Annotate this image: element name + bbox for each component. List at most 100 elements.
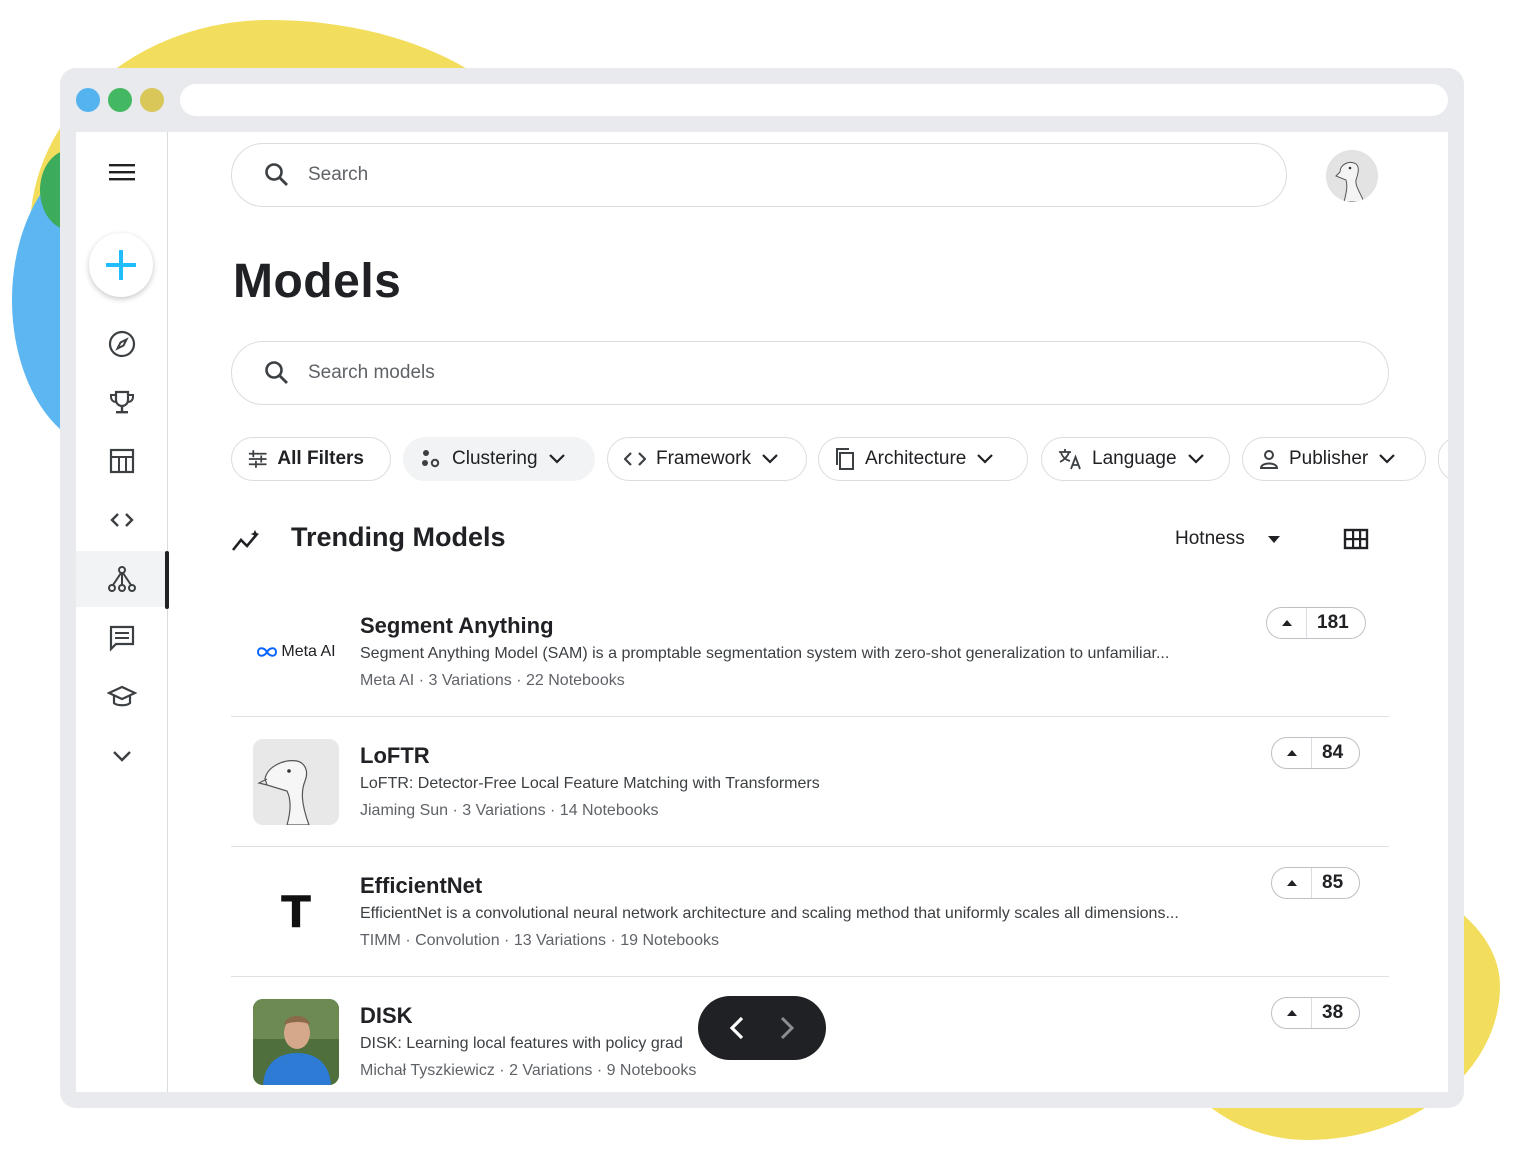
model-search-input[interactable]: Search models	[231, 341, 1389, 405]
sliders-icon	[248, 450, 267, 468]
filter-chip-publisher[interactable]: Publisher	[1242, 437, 1426, 481]
vote-count: 84	[1322, 742, 1344, 763]
model-logo	[253, 999, 339, 1085]
create-button[interactable]	[89, 233, 153, 297]
model-meta: Jiaming Sun · 3 Variations · 14 Notebook…	[360, 802, 659, 819]
window-dot[interactable]	[76, 88, 100, 112]
sidebar-item-explore[interactable]	[76, 316, 168, 372]
section-title: Trending Models	[291, 522, 506, 552]
upvote-button[interactable]: 181	[1266, 607, 1366, 639]
filter-chip-language[interactable]: Language	[1041, 437, 1230, 481]
avatar[interactable]	[1326, 150, 1378, 202]
sort-label: Hotness	[1175, 528, 1245, 549]
model-row[interactable]: T EfficientNet EfficientNet is a convolu…	[231, 847, 1389, 977]
goose-avatar-icon	[1326, 150, 1378, 202]
model-name[interactable]: Segment Anything	[360, 613, 554, 639]
model-name[interactable]: DISK	[360, 1003, 413, 1029]
menu-button[interactable]	[76, 144, 168, 200]
sidebar-item-discussions[interactable]	[76, 610, 168, 666]
meta-ai-logo-text: Meta AI	[281, 643, 336, 660]
filter-chip-label: Architecture	[865, 448, 967, 469]
caret-down-icon	[1267, 536, 1280, 543]
pager-control	[698, 996, 826, 1060]
window-dot[interactable]	[140, 88, 164, 112]
filter-chip-all[interactable]: All Filters	[231, 437, 391, 481]
model-meta: TIMM · Convolution · 13 Variations · 19 …	[360, 932, 719, 949]
filter-chip-label: Clustering	[452, 448, 538, 469]
model-description: LoFTR: Detector-Free Local Feature Match…	[360, 775, 820, 792]
sidebar-item-code[interactable]	[76, 492, 168, 548]
upvote-icon	[1267, 608, 1307, 638]
clustering-icon	[422, 450, 440, 468]
person-icon	[1259, 450, 1279, 469]
model-description: DISK: Learning local features with polic…	[360, 1035, 683, 1052]
chevron-down-icon	[548, 454, 565, 464]
model-description: Segment Anything Model (SAM) is a prompt…	[360, 645, 1170, 662]
sidebar-item-models[interactable]	[76, 551, 169, 609]
chevron-down-icon	[1187, 454, 1204, 464]
model-description: EfficientNet is a convolutional neural n…	[360, 905, 1179, 922]
filter-chip-framework[interactable]: Framework	[607, 437, 807, 481]
filter-chip-clustering[interactable]: Clustering	[403, 437, 595, 481]
filter-chip-overflow[interactable]	[1438, 437, 1448, 481]
model-meta: Meta AI · 3 Variations · 22 Notebooks	[360, 672, 625, 689]
page-viewport: Search Models Search models All Filters …	[76, 132, 1448, 1092]
upvote-icon	[1272, 868, 1312, 898]
meta-ai-logo: Meta AI	[256, 643, 336, 661]
trophy-icon	[110, 390, 134, 414]
model-logo: Meta AI	[253, 609, 339, 695]
grid-view-icon[interactable]	[1343, 526, 1369, 552]
screenshot-stage: Search Models Search models All Filters …	[0, 0, 1516, 1150]
translate-icon	[1059, 449, 1081, 470]
filter-chip-label: Framework	[656, 448, 752, 469]
compass-icon	[108, 330, 136, 358]
model-row[interactable]: Meta AI Segment Anything Segment Anythin…	[231, 587, 1389, 717]
model-meta: Michał Tyszkiewicz · 2 Variations · 9 No…	[360, 1062, 697, 1079]
graduation-cap-icon	[107, 685, 137, 707]
model-name[interactable]: EfficientNet	[360, 873, 482, 899]
sidebar-more[interactable]	[76, 728, 168, 784]
menu-icon	[109, 164, 135, 181]
model-name[interactable]: LoFTR	[360, 743, 430, 769]
filter-chip-label: Language	[1092, 448, 1177, 469]
chevron-left-icon	[729, 1016, 744, 1040]
copy-icon	[836, 448, 854, 470]
meta-infinity-icon	[257, 647, 278, 657]
prev-button[interactable]	[728, 1015, 746, 1041]
window-dot[interactable]	[108, 88, 132, 112]
page-title: Models	[233, 255, 402, 308]
filter-chip-architecture[interactable]: Architecture	[818, 437, 1028, 481]
model-logo	[253, 739, 339, 825]
filter-chip-label: All Filters	[277, 448, 364, 469]
sort-dropdown[interactable]: Hotness	[1175, 528, 1281, 550]
model-logo: T	[253, 869, 339, 955]
filter-chips: All Filters Clustering Framework Archite…	[231, 437, 1448, 481]
chevron-down-icon	[762, 454, 778, 464]
address-bar[interactable]	[180, 84, 1448, 116]
chevron-down-icon	[1379, 454, 1395, 464]
chevron-down-icon	[113, 751, 131, 762]
code-icon	[624, 452, 646, 466]
goose-logo-icon	[253, 739, 339, 825]
sidebar-item-datasets[interactable]	[76, 433, 168, 489]
table-icon	[109, 448, 135, 474]
author-photo-icon	[253, 999, 339, 1085]
search-bar[interactable]: Search	[231, 143, 1287, 207]
search-icon	[265, 361, 288, 384]
trending-icon	[231, 530, 260, 551]
filter-chip-label: Publisher	[1289, 448, 1369, 469]
model-search-placeholder: Search models	[308, 362, 435, 383]
vote-count: 85	[1322, 872, 1344, 893]
sidebar-item-competitions[interactable]	[76, 375, 168, 431]
upvote-button[interactable]: 38	[1271, 997, 1361, 1029]
upvote-icon	[1272, 998, 1312, 1028]
upvote-icon	[1272, 738, 1312, 768]
search-placeholder: Search	[308, 164, 369, 185]
upvote-button[interactable]: 84	[1271, 737, 1361, 769]
sidebar-item-learn[interactable]	[76, 669, 168, 725]
model-row[interactable]: LoFTR LoFTR: Detector-Free Local Feature…	[231, 717, 1389, 847]
upvote-button[interactable]: 85	[1271, 867, 1361, 899]
chevron-right-icon	[780, 1016, 795, 1040]
models-icon	[108, 566, 136, 592]
next-button[interactable]	[778, 1015, 796, 1041]
